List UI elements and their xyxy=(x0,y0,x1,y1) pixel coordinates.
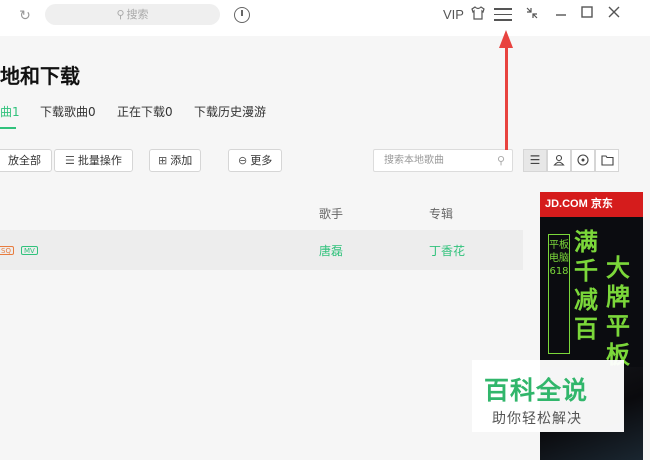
more-button[interactable]: ⊖ 更多 xyxy=(228,149,283,172)
ad-slogan-2: 大牌平板 xyxy=(606,254,630,369)
menu-icon[interactable] xyxy=(494,8,512,22)
tab-downloading[interactable]: 正在下载0 xyxy=(117,103,173,120)
vip-button[interactable]: VIP xyxy=(443,7,464,22)
global-search-input[interactable]: ⚲ 搜索 xyxy=(45,4,220,25)
play-all-button[interactable]: 放全部 xyxy=(0,149,52,172)
sq-badge: SQ xyxy=(0,246,14,255)
clock-icon[interactable] xyxy=(234,7,250,23)
tab-local-songs[interactable]: 曲1 xyxy=(0,103,20,120)
mini-mode-icon[interactable] xyxy=(522,5,542,25)
play-all-label: 放全部 xyxy=(8,154,41,167)
mv-badge[interactable]: MV xyxy=(21,246,38,255)
add-label: 添加 xyxy=(170,154,193,167)
annotation-arrow xyxy=(505,44,508,150)
list-icon: ☰ xyxy=(65,154,75,167)
skin-icon[interactable] xyxy=(468,5,488,25)
search-icon: ⚲ xyxy=(116,8,125,21)
more-circle-icon: ⊖ xyxy=(238,154,248,167)
add-button[interactable]: ⊞ 添加 xyxy=(149,149,202,172)
tab-download-history[interactable]: 下载历史漫游 xyxy=(194,103,266,120)
maximize-icon[interactable] xyxy=(577,5,597,25)
page-title: 地和下载 xyxy=(0,64,80,88)
local-search-placeholder: 搜索本地歌曲 xyxy=(384,155,444,166)
column-singer[interactable]: 歌手 xyxy=(319,205,343,222)
more-label: 更多 xyxy=(250,154,273,167)
watermark-subtitle: 助你轻松解决 xyxy=(492,411,582,427)
view-album-icon[interactable] xyxy=(571,149,595,172)
local-search-input[interactable]: 搜索本地歌曲 ⚲ xyxy=(373,149,513,172)
ad-vertical-text: 平板电脑618 xyxy=(548,234,570,354)
singer-link[interactable]: 唐磊 xyxy=(319,242,343,259)
ad-slogan-1: 满千减百 xyxy=(574,228,598,343)
view-list-icon[interactable]: ☰ xyxy=(523,149,547,172)
view-singer-icon[interactable] xyxy=(547,149,571,172)
plus-box-icon: ⊞ xyxy=(158,154,168,167)
search-placeholder: 搜索 xyxy=(126,8,149,21)
batch-label: 批量操作 xyxy=(77,154,122,167)
album-link[interactable]: 丁香花 xyxy=(429,242,465,259)
refresh-icon[interactable]: ↻ xyxy=(16,7,34,25)
tab-downloaded-songs[interactable]: 下载歌曲0 xyxy=(40,103,96,120)
batch-operation-button[interactable]: ☰ 批量操作 xyxy=(54,149,133,172)
close-icon[interactable] xyxy=(604,5,624,25)
column-album[interactable]: 专辑 xyxy=(429,205,453,222)
watermark-title: 百科全说 xyxy=(484,376,589,405)
view-folder-icon[interactable] xyxy=(595,149,619,172)
ad-brand: JD.COM 京东 xyxy=(540,192,643,217)
minimize-icon[interactable] xyxy=(551,5,571,25)
tab-active-indicator xyxy=(0,127,16,129)
search-icon: ⚲ xyxy=(496,154,505,167)
